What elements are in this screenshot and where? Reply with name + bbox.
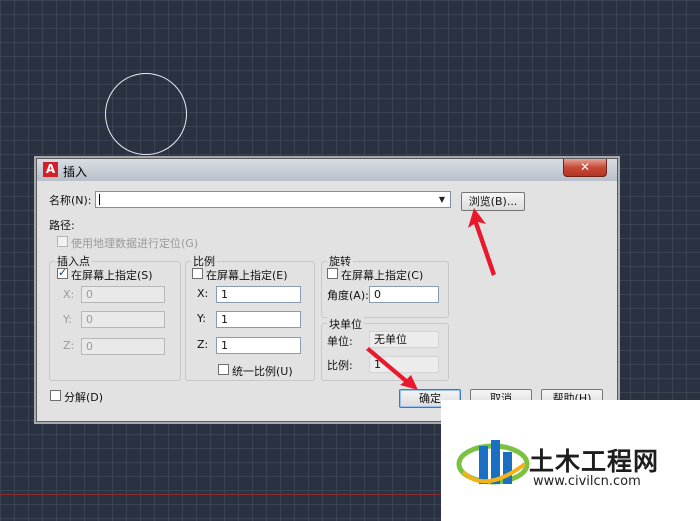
- insertion-z-input[interactable]: 0: [81, 338, 165, 355]
- close-button[interactable]: ✕: [563, 159, 607, 177]
- factor-value: 1: [369, 356, 439, 373]
- uniform-scale-label: 统一比例(U): [232, 365, 293, 378]
- watermark-url: www.civilcn.com: [533, 474, 641, 489]
- drawing-circle[interactable]: [105, 73, 187, 155]
- angle-input[interactable]: 0: [369, 286, 439, 303]
- name-label: 名称(N):: [49, 194, 92, 207]
- browse-button[interactable]: 浏览(B)...: [461, 192, 525, 211]
- geo-location-label: 使用地理数据进行定位(G): [71, 237, 199, 250]
- text-caret: [99, 194, 100, 205]
- explode-label: 分解(D): [64, 391, 104, 404]
- autocad-logo-icon: A: [43, 162, 58, 177]
- scale-on-screen-checkbox[interactable]: [192, 268, 203, 279]
- uniform-scale-checkbox[interactable]: [218, 364, 229, 375]
- name-combobox[interactable]: ▼: [95, 191, 451, 208]
- scale-x-input[interactable]: 1: [216, 286, 301, 303]
- insertion-on-screen-checkbox[interactable]: [57, 266, 68, 279]
- scale-x-label: X:: [197, 287, 209, 300]
- geo-location-checkbox[interactable]: [57, 236, 68, 247]
- factor-label: 比例:: [327, 359, 353, 372]
- unit-value: 无单位: [369, 331, 439, 348]
- path-label: 路径:: [49, 219, 75, 232]
- rotation-on-screen-checkbox[interactable]: [327, 268, 338, 279]
- dialog-title: 插入: [63, 165, 88, 179]
- insertion-x-label: X:: [63, 288, 75, 301]
- rotation-on-screen-label: 在屏幕上指定(C): [341, 269, 424, 282]
- insertion-z-label: Z:: [63, 339, 75, 352]
- scale-z-label: Z:: [197, 338, 209, 351]
- angle-label: 角度(A):: [327, 289, 369, 302]
- scale-y-label: Y:: [197, 312, 206, 325]
- unit-label: 单位:: [327, 335, 353, 348]
- watermark-title: 土木工程网: [529, 447, 660, 476]
- explode-checkbox[interactable]: [50, 390, 61, 401]
- insertion-y-input[interactable]: 0: [81, 311, 165, 328]
- dropdown-arrow-icon[interactable]: ▼: [434, 192, 450, 207]
- civilcn-logo-icon: [456, 440, 530, 485]
- scale-on-screen-label: 在屏幕上指定(E): [206, 269, 288, 282]
- watermark: 土木工程网 www.civilcn.com: [441, 400, 700, 521]
- scale-y-input[interactable]: 1: [216, 311, 301, 328]
- scale-z-input[interactable]: 1: [216, 337, 301, 354]
- dialog-titlebar[interactable]: A 插入 ✕: [37, 159, 617, 181]
- insertion-x-input[interactable]: 0: [81, 286, 165, 303]
- block-unit-title: 块单位: [327, 316, 364, 332]
- insert-dialog: A 插入 ✕ 名称(N): ▼ 浏览(B)... 路径: 使用地理数据进行定位(…: [36, 158, 618, 422]
- insertion-on-screen-label: 在屏幕上指定(S): [71, 269, 153, 282]
- insertion-y-label: Y:: [63, 313, 72, 326]
